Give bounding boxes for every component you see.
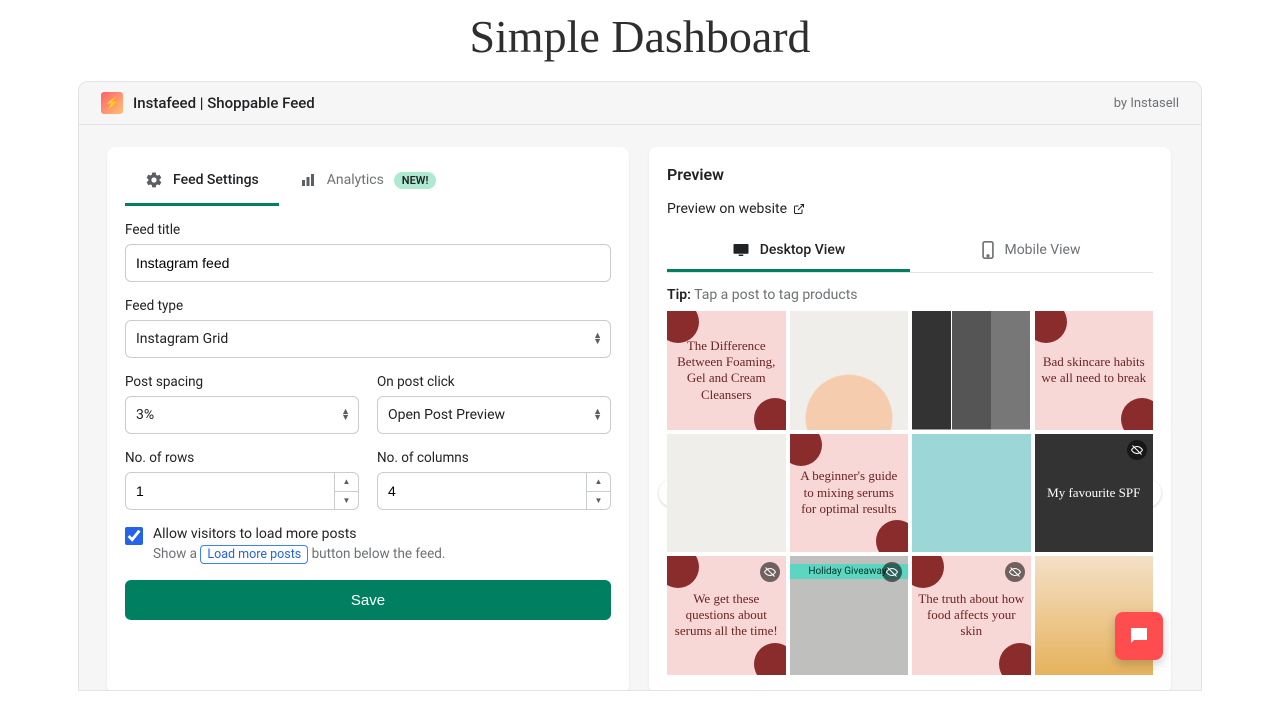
- load-more-chip: Load more posts: [200, 545, 308, 564]
- preview-heading: Preview: [667, 165, 1153, 184]
- tile-caption: The truth about how food affects your sk…: [918, 591, 1025, 640]
- app-logo-icon: ⚡: [101, 92, 123, 114]
- tile-caption: We get these questions about serums all …: [673, 591, 780, 640]
- hidden-icon: [760, 562, 780, 582]
- preview-tile[interactable]: [667, 434, 786, 553]
- preview-tile[interactable]: [912, 311, 1031, 430]
- feed-title-label: Feed title: [125, 222, 611, 238]
- new-badge: NEW!: [394, 172, 437, 189]
- allow-more-checkbox[interactable]: [125, 527, 143, 545]
- external-link-icon: [793, 203, 805, 215]
- mobile-icon: [982, 241, 994, 259]
- preview-card: Preview Preview on website Desktop View: [649, 147, 1171, 691]
- preview-tile[interactable]: The Difference Between Foaming, Gel and …: [667, 311, 786, 430]
- preview-tile[interactable]: Holiday Giveaway!: [790, 556, 909, 675]
- save-button[interactable]: Save: [125, 580, 611, 620]
- preview-tile[interactable]: [912, 434, 1031, 553]
- feed-settings-card: Feed Settings Analytics NEW! Feed title …: [107, 147, 629, 691]
- hidden-icon: [1005, 562, 1025, 582]
- cols-stepper-down[interactable]: ▼: [586, 492, 610, 510]
- rows-label: No. of rows: [125, 450, 359, 466]
- app-title: Instafeed | Shoppable Feed: [133, 94, 315, 112]
- preview-tile[interactable]: The truth about how food affects your sk…: [912, 556, 1031, 675]
- chat-fab-button[interactable]: [1115, 612, 1163, 660]
- feed-title-input-wrap: [125, 244, 611, 282]
- preview-grid: ‹ › The Difference Between Foaming, Gel …: [667, 311, 1153, 675]
- tab-desktop-view[interactable]: Desktop View: [667, 231, 910, 272]
- hidden-icon: [1127, 440, 1147, 460]
- preview-on-website-link[interactable]: Preview on website: [667, 201, 805, 217]
- preview-tile[interactable]: Bad skincare habits we all need to break: [1035, 311, 1154, 430]
- cols-stepper[interactable]: ▲ ▼: [377, 472, 611, 510]
- tab-label: Feed Settings: [173, 172, 259, 188]
- select-caret-icon: ▲▼: [593, 333, 602, 345]
- select-caret-icon: ▲▼: [593, 409, 602, 421]
- rows-input[interactable]: [136, 483, 316, 499]
- rows-stepper[interactable]: ▲ ▼: [125, 472, 359, 510]
- settings-tabs: Feed Settings Analytics NEW!: [125, 157, 611, 206]
- tab-mobile-view[interactable]: Mobile View: [910, 231, 1153, 272]
- allow-more-description: Show a Load more posts button below the …: [153, 546, 445, 562]
- tab-label: Analytics: [327, 172, 384, 188]
- preview-view-tabs: Desktop View Mobile View: [667, 231, 1153, 273]
- vendor-line: by Instasell: [1114, 96, 1179, 111]
- page-heading: Simple Dashboard: [0, 0, 1280, 81]
- preview-tile[interactable]: [790, 311, 909, 430]
- hidden-icon: [882, 562, 902, 582]
- post-click-select[interactable]: Open Post Preview ▲▼: [377, 396, 611, 434]
- tile-caption: The Difference Between Foaming, Gel and …: [673, 338, 780, 403]
- desktop-icon: [732, 242, 750, 258]
- app-shell: ⚡ Instafeed | Shoppable Feed by Instasel…: [78, 81, 1202, 691]
- tile-caption: Bad skincare habits we all need to break: [1041, 354, 1148, 387]
- feed-type-select[interactable]: Instagram Grid ▲▼: [125, 320, 611, 358]
- vendor-name: Instasell: [1130, 96, 1179, 111]
- preview-tip: Tip: Tap a post to tag products: [667, 287, 1153, 303]
- bar-chart-icon: [299, 171, 317, 189]
- gear-icon: [145, 171, 163, 189]
- feed-type-label: Feed type: [125, 298, 611, 314]
- tile-caption: My favourite SPF: [1047, 485, 1140, 501]
- feed-title-input[interactable]: [136, 255, 600, 271]
- cols-input[interactable]: [388, 483, 568, 499]
- allow-more-label: Allow visitors to load more posts: [153, 526, 445, 542]
- post-click-label: On post click: [377, 374, 611, 390]
- app-header: ⚡ Instafeed | Shoppable Feed by Instasel…: [79, 82, 1201, 125]
- cols-label: No. of columns: [377, 450, 611, 466]
- chat-icon: [1127, 624, 1151, 648]
- select-caret-icon: ▲▼: [341, 409, 350, 421]
- rows-stepper-down[interactable]: ▼: [334, 492, 358, 510]
- preview-tile[interactable]: My favourite SPF: [1035, 434, 1154, 553]
- post-spacing-select[interactable]: 3% ▲▼: [125, 396, 359, 434]
- cols-stepper-up[interactable]: ▲: [586, 473, 610, 492]
- preview-tile[interactable]: A beginner's guide to mixing serums for …: [790, 434, 909, 553]
- rows-stepper-up[interactable]: ▲: [334, 473, 358, 492]
- preview-tile[interactable]: We get these questions about serums all …: [667, 556, 786, 675]
- tile-caption: A beginner's guide to mixing serums for …: [796, 468, 903, 517]
- tab-feed-settings[interactable]: Feed Settings: [125, 157, 279, 206]
- post-spacing-label: Post spacing: [125, 374, 359, 390]
- tab-analytics[interactable]: Analytics NEW!: [279, 157, 457, 206]
